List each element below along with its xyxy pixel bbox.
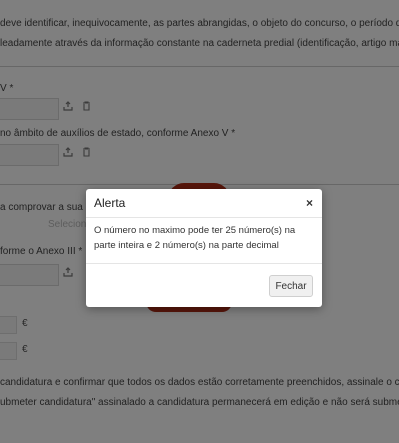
dialog-title: Alerta: [94, 196, 126, 210]
dialog-footer: Fechar: [86, 263, 322, 308]
close-button[interactable]: Fechar: [269, 275, 313, 297]
dialog-header: Alerta ×: [86, 189, 322, 218]
alert-dialog: Alerta × O número no maximo pode ter 25 …: [86, 189, 322, 307]
close-icon[interactable]: ×: [306, 196, 313, 210]
dialog-message: O número no maximo pode ter 25 número(s)…: [94, 225, 296, 251]
